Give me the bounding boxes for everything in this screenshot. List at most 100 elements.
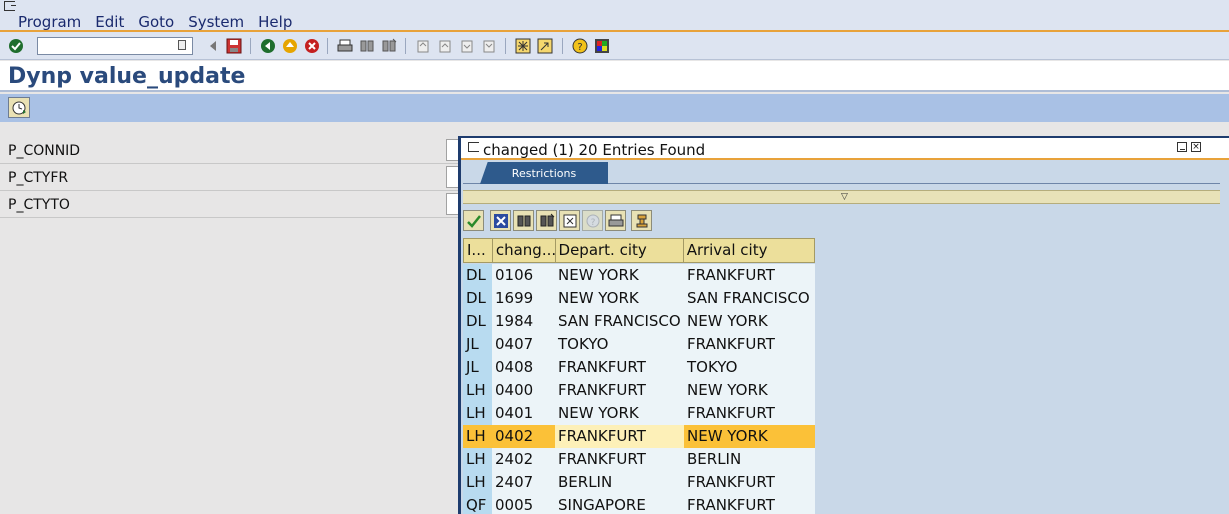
cell-arrival-city[interactable]: FRANKFURT <box>684 471 815 494</box>
help-icon[interactable]: ? <box>571 37 588 54</box>
cell-connection[interactable]: 0407 <box>492 333 555 356</box>
cell-airline[interactable]: DL <box>463 310 492 333</box>
minimize-icon[interactable] <box>1177 142 1187 152</box>
cell-depart-city[interactable]: FRANKFURT <box>555 356 684 379</box>
table-row[interactable]: LH 2407 BERLIN FRANKFURT <box>463 471 815 494</box>
back-arrow-icon[interactable] <box>204 37 221 54</box>
table-row[interactable]: LH 0402 FRANKFURT NEW YORK <box>463 425 815 448</box>
cancel-x-icon[interactable] <box>490 210 511 231</box>
menu-program[interactable]: Program <box>18 13 81 31</box>
print-icon[interactable] <box>605 210 626 231</box>
cell-airline[interactable]: DL <box>463 264 492 287</box>
cell-depart-city[interactable]: FRANKFURT <box>555 448 684 471</box>
cell-airline[interactable]: LH <box>463 425 492 448</box>
cell-depart-city[interactable]: FRANKFURT <box>555 425 684 448</box>
create-session-icon[interactable] <box>514 37 531 54</box>
cell-connection[interactable]: 0005 <box>492 494 555 514</box>
cell-arrival-city[interactable]: FRANKFURT <box>684 264 815 287</box>
personal-value-list-icon[interactable] <box>631 210 652 231</box>
cell-airline[interactable]: LH <box>463 471 492 494</box>
close-icon[interactable]: × <box>1191 142 1201 152</box>
table-row[interactable]: LH 0401 NEW YORK FRANKFURT <box>463 402 815 425</box>
column-header-airline[interactable]: I... <box>464 239 493 262</box>
popup-system-icon[interactable] <box>468 142 479 152</box>
menu-goto[interactable]: Goto <box>138 13 174 31</box>
command-field-dropdown-icon[interactable] <box>178 40 186 50</box>
column-header-arrival-city[interactable]: Arrival city <box>684 239 814 262</box>
cell-arrival-city[interactable]: SAN FRANCISCO <box>684 287 815 310</box>
popup-title-bar[interactable]: changed (1) 20 Entries Found × <box>461 138 1229 160</box>
cancel-icon[interactable] <box>303 37 320 54</box>
restrictions-expander[interactable]: ▽ <box>463 190 1220 204</box>
find-next-icon[interactable] <box>536 210 557 231</box>
cell-depart-city[interactable]: SAN FRANCISCO <box>555 310 684 333</box>
cell-airline[interactable]: DL <box>463 287 492 310</box>
find-next-icon[interactable] <box>380 37 397 54</box>
prev-page-icon[interactable] <box>436 37 453 54</box>
cell-depart-city[interactable]: BERLIN <box>555 471 684 494</box>
cell-airline[interactable]: QF <box>463 494 492 514</box>
customize-layout-icon[interactable] <box>593 37 610 54</box>
cell-arrival-city[interactable]: FRANKFURT <box>684 402 815 425</box>
menu-system[interactable]: System <box>188 13 244 31</box>
column-header-connection[interactable]: chang... <box>493 239 556 262</box>
last-page-icon[interactable] <box>480 37 497 54</box>
cell-arrival-city[interactable]: FRANKFURT <box>684 333 815 356</box>
tab-restrictions[interactable]: Restrictions <box>480 162 608 184</box>
save-icon[interactable] <box>225 37 242 54</box>
system-menu-icon[interactable] <box>4 1 16 11</box>
cell-depart-city[interactable]: SINGAPORE <box>555 494 684 514</box>
cell-connection[interactable]: 0400 <box>492 379 555 402</box>
cell-airline[interactable]: LH <box>463 402 492 425</box>
cell-arrival-city[interactable]: BERLIN <box>684 448 815 471</box>
cell-arrival-city[interactable]: TOKYO <box>684 356 815 379</box>
menu-help[interactable]: Help <box>258 13 292 31</box>
cell-arrival-city[interactable]: NEW YORK <box>684 379 815 402</box>
table-row[interactable]: LH 2402 FRANKFURT BERLIN <box>463 448 815 471</box>
table-row[interactable]: DL 1699 NEW YORK SAN FRANCISCO <box>463 287 815 310</box>
table-row[interactable]: DL 0106 NEW YORK FRANKFURT <box>463 264 815 287</box>
cell-connection[interactable]: 0401 <box>492 402 555 425</box>
find-icon[interactable] <box>513 210 534 231</box>
cell-connection[interactable]: 1984 <box>492 310 555 333</box>
first-page-icon[interactable] <box>414 37 431 54</box>
cell-depart-city[interactable]: FRANKFURT <box>555 379 684 402</box>
sort-icon[interactable] <box>559 210 580 231</box>
cell-arrival-city[interactable]: NEW YORK <box>684 310 815 333</box>
command-field[interactable] <box>37 37 193 55</box>
cell-airline[interactable]: LH <box>463 448 492 471</box>
table-row[interactable]: DL 1984 SAN FRANCISCO NEW YORK <box>463 310 815 333</box>
find-icon[interactable] <box>358 37 375 54</box>
cell-depart-city[interactable]: NEW YORK <box>555 402 684 425</box>
cell-connection[interactable]: 2402 <box>492 448 555 471</box>
cell-depart-city[interactable]: NEW YORK <box>555 287 684 310</box>
cell-depart-city[interactable]: TOKYO <box>555 333 684 356</box>
shortcut-icon[interactable] <box>536 37 553 54</box>
column-header-depart-city[interactable]: Depart. city <box>556 239 684 262</box>
exit-icon[interactable] <box>281 37 298 54</box>
table-row[interactable]: JL 0407 TOKYO FRANKFURT <box>463 333 815 356</box>
continue-check-icon[interactable] <box>463 210 484 231</box>
cell-connection[interactable]: 0106 <box>492 264 555 287</box>
cell-arrival-city[interactable]: NEW YORK <box>684 425 815 448</box>
table-row[interactable]: JL 0408 FRANKFURT TOKYO <box>463 356 815 379</box>
menu-edit[interactable]: Edit <box>95 13 124 31</box>
tab-strip: Restrictions <box>463 162 1220 184</box>
cell-airline[interactable]: JL <box>463 333 492 356</box>
table-row[interactable]: QF 0005 SINGAPORE FRANKFURT <box>463 494 815 514</box>
cell-connection[interactable]: 1699 <box>492 287 555 310</box>
cell-connection[interactable]: 0408 <box>492 356 555 379</box>
back-icon[interactable] <box>259 37 276 54</box>
cell-airline[interactable]: LH <box>463 379 492 402</box>
execute-button[interactable] <box>8 97 30 118</box>
cell-airline[interactable]: JL <box>463 356 492 379</box>
table-row[interactable]: LH 0400 FRANKFURT NEW YORK <box>463 379 815 402</box>
cell-connection[interactable]: 2407 <box>492 471 555 494</box>
cell-connection[interactable]: 0402 <box>492 425 555 448</box>
print-icon[interactable] <box>336 37 353 54</box>
next-page-icon[interactable] <box>458 37 475 54</box>
cell-depart-city[interactable]: NEW YORK <box>555 264 684 287</box>
enter-icon[interactable] <box>7 37 24 54</box>
info-icon[interactable]: ? <box>582 210 603 231</box>
cell-arrival-city[interactable]: FRANKFURT <box>684 494 815 514</box>
